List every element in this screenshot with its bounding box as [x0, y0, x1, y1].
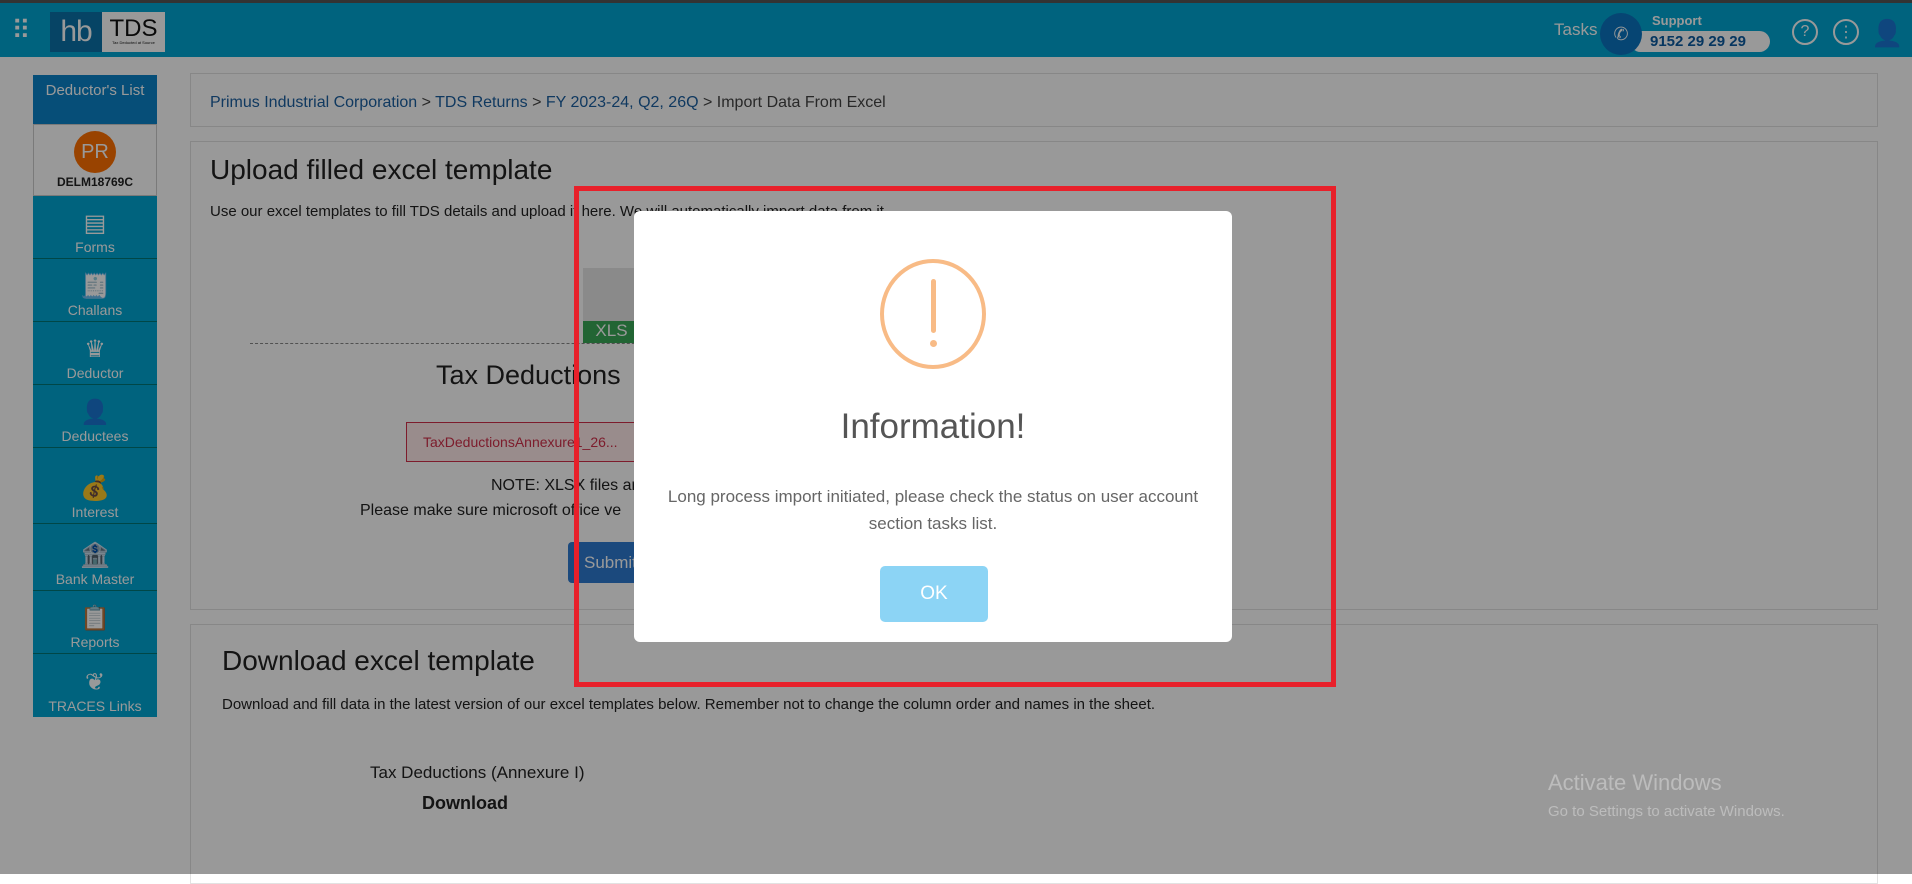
- highlight-annotation: [574, 186, 1336, 687]
- activate-windows-hint: Go to Settings to activate Windows.: [1548, 803, 1785, 820]
- activate-windows-watermark: Activate Windows: [1548, 770, 1722, 795]
